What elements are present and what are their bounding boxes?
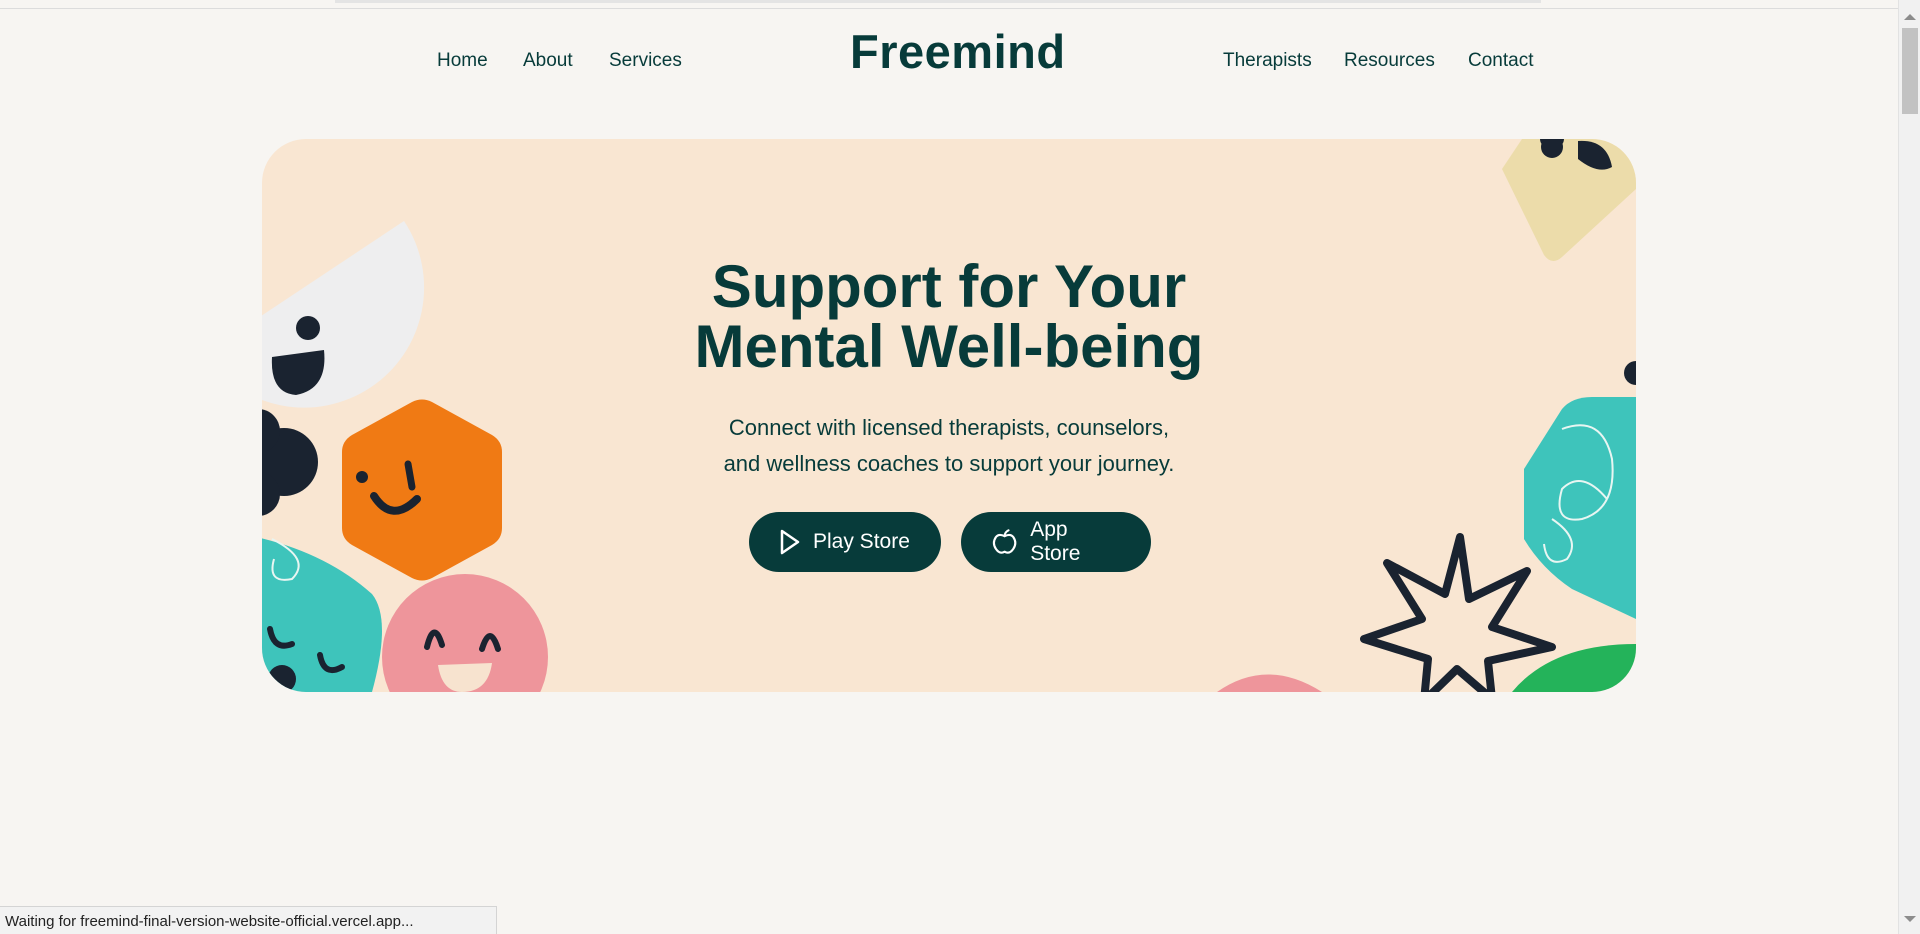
top-divider — [0, 8, 1898, 9]
scroll-down-arrow-icon[interactable] — [1904, 916, 1916, 922]
nav-therapists-link[interactable]: Therapists — [1223, 50, 1312, 72]
page-scrollbar[interactable] — [1898, 0, 1920, 934]
status-text: Waiting for freemind-final-version-websi… — [5, 913, 414, 930]
nav-home-link[interactable]: Home — [437, 50, 488, 72]
app-store-label: App Store — [1030, 518, 1081, 565]
scroll-thumb[interactable] — [1902, 28, 1918, 114]
hero-subtitle: Connect with licensed therapists, counse… — [262, 410, 1636, 482]
app-store-button[interactable]: App Store — [961, 512, 1151, 572]
browser-top-strip — [335, 0, 1541, 3]
nav-contact-link[interactable]: Contact — [1468, 50, 1533, 72]
apple-icon — [992, 529, 1017, 554]
hero-headline: Support for Your Mental Well-being — [262, 257, 1636, 377]
site-logo[interactable]: Freemind — [850, 24, 1066, 79]
hero-headline-line2: Mental Well-being — [694, 313, 1204, 380]
hero-subtitle-line1: Connect with licensed therapists, counse… — [728, 415, 1170, 440]
play-triangle-icon — [780, 529, 800, 555]
nav-about-link[interactable]: About — [523, 50, 573, 72]
hero-banner: Support for Your Mental Well-being Conne… — [262, 139, 1636, 692]
scroll-up-arrow-icon[interactable] — [1904, 14, 1916, 20]
hero-headline-line1: Support for Your — [711, 253, 1187, 320]
play-store-label: Play Store — [813, 530, 910, 553]
hero-subtitle-line2: and wellness coaches to support your jou… — [723, 451, 1175, 476]
site-header: Home About Services Freemind Therapists … — [0, 12, 1898, 86]
browser-status-bar: Waiting for freemind-final-version-websi… — [0, 906, 497, 934]
nav-services-link[interactable]: Services — [609, 50, 682, 72]
nav-resources-link[interactable]: Resources — [1344, 50, 1435, 72]
play-store-button[interactable]: Play Store — [749, 512, 941, 572]
